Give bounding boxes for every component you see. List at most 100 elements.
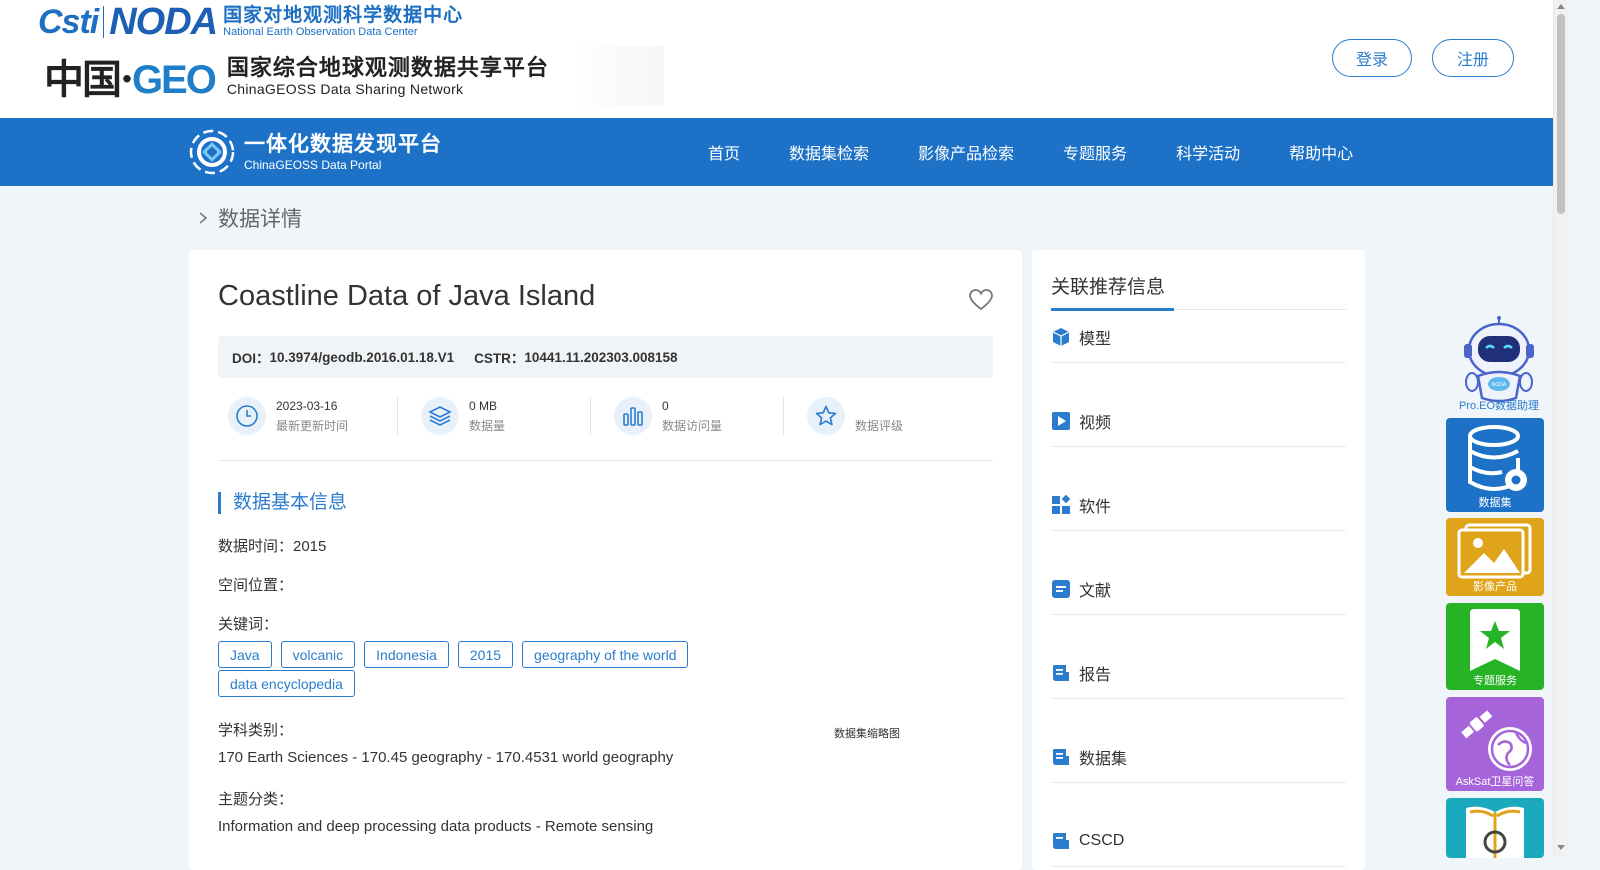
scroll-up-arrow-icon[interactable] [1557,4,1565,9]
org-name: 国家对地观测科学数据中心 National Earth Observation … [223,6,463,38]
nav-item-help-center[interactable]: 帮助中心 [1289,140,1353,164]
scroll-down-arrow-icon[interactable] [1557,845,1565,850]
document-icon [1051,579,1071,599]
topic-value: Information and deep processing data pro… [218,818,654,835]
cscd-icon [1051,831,1071,851]
nav-item-science-activities[interactable]: 科学活动 [1176,140,1240,164]
related-recommendations: 关联推荐信息 模型 视频 软件 文献 报告 数据集 CSCD [1032,250,1365,870]
side-title: 关联推荐信息 [1051,277,1166,298]
csti-logo-text: Csti [38,2,99,41]
side-item-label: 报告 [1079,667,1112,684]
doi-label: DOI： [232,351,270,366]
thumbnail-label: 数据集缩略图 [834,728,900,740]
stat-updated: 2023-03-16 最新更新时间 [218,395,411,437]
discipline-label: 学科类别： [218,722,294,739]
dataset-icon [1051,747,1071,767]
china-geo-mark: 中国·GEO [44,47,217,105]
nav-item-topic-services[interactable]: 专题服务 [1063,140,1127,164]
page-scrollbar[interactable] [1553,0,1569,857]
keyword-tag[interactable]: geography of the world [522,641,689,668]
stat-visits-label: 数据访问量 [662,419,723,433]
side-item-videos[interactable]: 视频 [1051,396,1346,447]
side-item-label: 模型 [1079,331,1112,348]
heart-icon[interactable] [968,287,994,313]
stat-size-label: 数据量 [469,419,506,433]
side-item-cscd[interactable]: CSCD [1051,816,1346,867]
breadcrumb: 数据详情 [196,203,302,233]
side-item-literature[interactable]: 文献 [1051,564,1346,615]
robot-badge-text: NODA [1492,382,1507,388]
nav-item-dataset-search[interactable]: 数据集检索 [789,140,869,164]
nav-item-home[interactable]: 首页 [708,140,740,164]
side-item-label: 数据集 [1079,751,1128,768]
divider [218,460,993,461]
stat-visits-value: 0 [662,399,669,413]
chinageoss-logo[interactable]: 中国·GEO 国家综合地球观测数据共享平台 ChinaGEOSS Data Sh… [44,46,664,106]
data-time-field: 数据时间：2015 [218,538,327,555]
discipline-value: 170 Earth Sciences - 170.45 geography - … [218,749,674,766]
keyword-tag[interactable]: data encyclopedia [218,670,355,697]
cstr-value[interactable]: 10441.11.202303.008158 [524,350,677,365]
noda-logo[interactable]: Csti NODA 国家对地观测科学数据中心 National Earth Ob… [38,0,463,43]
bar-chart-icon [614,397,652,435]
scrollbar-thumb[interactable] [1557,14,1565,214]
keyword-tag[interactable]: 2015 [457,641,514,668]
side-item-models[interactable]: 模型 [1051,312,1346,363]
geo-mark-text: GEO [131,58,217,102]
assistant-label[interactable]: Pro.EO数据助理 [1452,397,1546,413]
doi-value[interactable]: 10.3974/geodb.2016.01.18.V1 [270,350,455,365]
tile-topic-services[interactable]: 专题服务 [1446,603,1544,690]
apps-icon [1051,495,1071,515]
breadcrumb-current: 数据详情 [218,208,302,231]
china-mark-text: 中国· [44,56,134,103]
logo-separator [103,6,105,38]
side-item-datasets[interactable]: 数据集 [1051,732,1346,783]
keyword-tag[interactable]: Java [218,641,272,668]
report-icon [1051,663,1071,683]
org-name-cn: 国家对地观测科学数据中心 [223,5,464,26]
nav-menu: 首页 数据集检索 影像产品检索 专题服务 科学活动 帮助中心 [708,118,1402,186]
register-button[interactable]: 注册 [1432,39,1514,77]
spatial-location-field: 空间位置： [218,577,294,594]
noda-logo-text: NODA [109,0,218,43]
cstr-label: CSTR： [474,351,525,366]
platform-name-cn: 国家综合地球观测数据共享平台 [226,54,549,80]
stat-size-value: 0 MB [469,399,498,413]
stat-updated-label: 最新更新时间 [276,419,349,433]
tile-image-products[interactable]: 影像产品 [1446,518,1544,596]
tile-asksat[interactable]: AskSat卫星问答 [1446,697,1544,791]
portal-logo[interactable]: 一体化数据发现平台 ChinaGEOSS Data Portal [188,128,442,176]
org-name-en: National Earth Observation Data Center [223,26,418,38]
portal-gear-icon [189,129,235,175]
image-icon [1457,523,1532,579]
side-item-software[interactable]: 软件 [1051,480,1346,531]
platform-name: 国家综合地球观测数据共享平台 ChinaGEOSS Data Sharing N… [226,54,549,96]
tile-topic-services-label: 专题服务 [1473,675,1517,687]
side-item-label: 软件 [1079,499,1112,516]
main-nav: 一体化数据发现平台 ChinaGEOSS Data Portal 首页 数据集检… [0,118,1568,186]
stat-rating-label: 数据评级 [855,419,904,433]
portal-name-en: ChinaGEOSS Data Portal [244,157,382,172]
tile-datasets[interactable]: 数据集 [1446,418,1544,512]
tile-asksat-label: AskSat卫星问答 [1455,776,1535,788]
portal-name: 一体化数据发现平台 ChinaGEOSS Data Portal [244,134,442,171]
nav-item-image-search[interactable]: 影像产品检索 [918,140,1014,164]
side-item-label: 视频 [1079,415,1112,432]
video-icon [1051,411,1071,431]
satellite-globe-icon [1461,710,1532,771]
tile-image-products-label: 影像产品 [1473,581,1517,593]
side-item-reports[interactable]: 报告 [1051,648,1346,699]
dataset-detail-card: Coastline Data of Java Island DOI： 10.39… [189,250,1022,870]
cube-icon [1051,327,1071,347]
stat-size: 0 MB 数据量 [397,395,604,437]
site-header: Csti NODA 国家对地观测科学数据中心 National Earth Ob… [0,0,1568,120]
keyword-tag[interactable]: Indonesia [364,641,449,668]
side-item-label: 文献 [1079,583,1112,600]
dataset-stats: 2023-03-16 最新更新时间 0 MB 数据量 0 数据访问量 数据评级 [218,395,993,437]
stat-rating: 数据评级 [783,395,990,437]
tile-datasets-label: 数据集 [1478,497,1512,509]
stat-visits: 0 数据访问量 [590,395,797,437]
keyword-tag[interactable]: volcanic [280,641,356,668]
login-button[interactable]: 登录 [1332,39,1412,77]
tile-handbook[interactable] [1446,798,1544,858]
